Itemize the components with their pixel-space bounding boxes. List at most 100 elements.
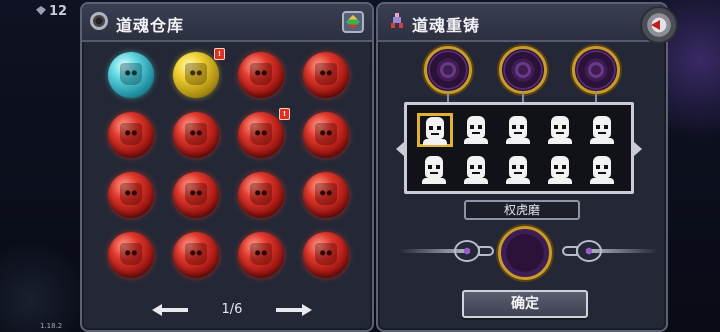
hero-portrait[interactable] (543, 113, 579, 147)
red-soul-orb-icon (303, 172, 349, 218)
portrait-shoulders (422, 178, 446, 184)
hero-face-icon (185, 243, 207, 265)
gold-soul-orb-icon (173, 52, 219, 98)
hero-portrait[interactable] (585, 113, 621, 147)
orb-slot[interactable]: ! (173, 48, 225, 108)
red-soul-orb-icon (303, 112, 349, 158)
orb-grid: !! (108, 48, 353, 288)
dice-cube-icon (345, 14, 361, 30)
hero-face-icon (315, 63, 337, 85)
hero-face-icon (315, 243, 337, 265)
orb-slot[interactable] (303, 172, 353, 228)
orb-slot[interactable] (173, 172, 223, 228)
input-socket-2[interactable] (499, 46, 547, 94)
hero-portrait[interactable] (501, 153, 537, 187)
portrait-head-icon (467, 156, 485, 178)
dice-cube-button[interactable] (342, 11, 364, 33)
hero-face-icon (250, 243, 272, 265)
recast-title: 道魂重铸 (412, 16, 481, 35)
portrait-next-icon[interactable] (634, 142, 642, 156)
input-socket-3[interactable] (572, 46, 620, 94)
sword-figure-icon (391, 13, 403, 28)
hero-face-icon (120, 183, 142, 205)
hero-portrait[interactable] (543, 153, 579, 187)
orb-slot[interactable] (173, 112, 223, 168)
back-button[interactable] (640, 6, 678, 44)
ring-icon (90, 12, 108, 30)
soul-recast-panel: 道魂重铸 权虎磨 确定 (376, 2, 678, 332)
hero-face-icon (250, 123, 272, 145)
red-soul-orb-icon (303, 232, 349, 278)
orb-slot[interactable] (303, 52, 353, 108)
portrait-head-icon (426, 117, 444, 139)
portrait-head-icon (509, 116, 527, 138)
portrait-shoulders (506, 178, 530, 184)
orb-slot[interactable] (303, 112, 353, 168)
red-soul-orb-icon (108, 232, 154, 278)
red-soul-orb-icon (238, 232, 284, 278)
right-ornament (562, 234, 658, 268)
input-socket-1[interactable] (424, 46, 472, 94)
orb-slot[interactable] (108, 112, 158, 168)
recast-title-bar: 道魂重铸 (378, 4, 666, 42)
hero-face-icon (185, 183, 207, 205)
hero-portrait[interactable] (585, 153, 621, 187)
hero-portrait[interactable] (417, 113, 453, 147)
portrait-head-icon (551, 156, 569, 178)
portrait-head-icon (551, 116, 569, 138)
hero-face-icon (315, 183, 337, 205)
gem-icon (36, 6, 46, 15)
portrait-grid (417, 113, 621, 187)
left-ornament (398, 234, 494, 268)
portrait-shoulders (548, 178, 572, 184)
portrait-head-icon (593, 156, 611, 178)
hero-face-icon (120, 63, 142, 85)
red-soul-orb-icon (303, 52, 349, 98)
orb-slot[interactable] (238, 52, 288, 108)
orb-slot[interactable] (238, 172, 288, 228)
red-soul-orb-icon (238, 52, 284, 98)
hero-face-icon (120, 123, 142, 145)
hero-portrait[interactable] (459, 113, 495, 147)
cyan-soul-orb-icon (108, 52, 154, 98)
portrait-shoulders (423, 139, 447, 145)
hero-portrait[interactable] (417, 153, 453, 187)
portrait-shoulders (590, 138, 614, 144)
hero-face-icon (185, 123, 207, 145)
portrait-shoulders (464, 138, 488, 144)
orb-slot[interactable] (108, 52, 158, 108)
portrait-head-icon (593, 116, 611, 138)
selected-name-plate: 权虎磨 (464, 200, 580, 220)
alert-badge: ! (214, 48, 225, 60)
red-soul-orb-icon (108, 112, 154, 158)
version-label: 1.18.2 (40, 322, 63, 330)
orb-slot[interactable] (303, 232, 353, 288)
portrait-shoulders (548, 138, 572, 144)
orb-slot[interactable] (108, 172, 158, 228)
result-socket (498, 226, 552, 280)
red-soul-orb-icon (173, 232, 219, 278)
red-soul-orb-icon (238, 172, 284, 218)
next-page-arrow-icon[interactable] (276, 304, 312, 316)
hero-face-icon (315, 123, 337, 145)
soul-storage-panel: 道魂仓库 !! 1/6 (80, 2, 374, 332)
hero-portrait[interactable] (501, 113, 537, 147)
portrait-head-icon (467, 116, 485, 138)
orb-slot[interactable] (238, 232, 288, 288)
red-soul-orb-icon (238, 112, 284, 158)
portrait-shoulders (506, 138, 530, 144)
storage-title: 道魂仓库 (116, 16, 185, 35)
orb-slot[interactable]: ! (238, 108, 290, 168)
portrait-head-icon (425, 156, 443, 178)
portrait-prev-icon[interactable] (396, 142, 404, 156)
hero-face-icon (250, 63, 272, 85)
storage-title-bar: 道魂仓库 (82, 4, 372, 42)
currency-value: 12 (49, 4, 68, 19)
hero-portrait[interactable] (459, 153, 495, 187)
portrait-shoulders (590, 178, 614, 184)
orb-slot[interactable] (173, 232, 223, 288)
alert-badge: ! (279, 108, 290, 120)
orb-slot[interactable] (108, 232, 158, 288)
confirm-button[interactable]: 确定 (462, 290, 588, 318)
pager: 1/6 (152, 300, 312, 320)
